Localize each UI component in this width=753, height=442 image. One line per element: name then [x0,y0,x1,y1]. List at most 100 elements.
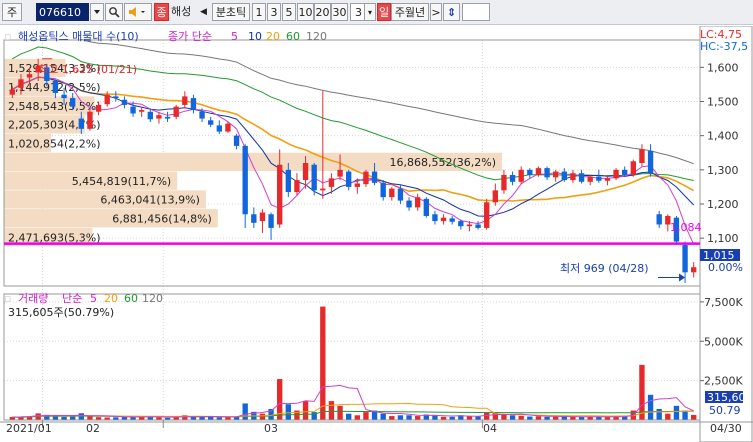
period-label: 20 [315,6,330,19]
stock-code-value: 076610 [39,6,81,19]
volume-moving-averages [12,384,694,418]
toolbar: 주 076610 종 해성 ◀ 분초틱 1 3 5 10 20 30 3 ▾ 일… [0,0,753,25]
volume-ma5-label: 5 [90,292,97,305]
volume-bar [320,306,326,420]
volume-bars [9,306,697,420]
volume-bar [527,416,533,420]
stock-code-input[interactable]: 076610 [36,3,89,21]
x-label: 04 [483,422,497,435]
count-spinner[interactable]: ▾ [364,3,376,21]
speaker-icon [129,7,145,17]
candle-down [527,169,533,175]
volume-bar [475,416,481,420]
code-dropdown-button[interactable] [90,3,104,21]
day-button[interactable]: 일 [377,3,391,21]
ma-prefix-label: 종가 단순 [168,30,212,43]
prev-arrow-icon: ◀ [200,7,207,17]
candle-down [311,164,317,191]
volume-bar [501,414,507,420]
candle-up [691,267,697,273]
candle-up [225,123,231,132]
x-label: 03 [264,422,278,435]
volume-profile-label: 1,020,854(2,2%) [8,137,101,150]
period-tick-button[interactable]: 분초틱 [212,3,250,21]
period-label: 1 [255,6,263,19]
period-label: 10 [298,6,313,19]
volume-bar [380,413,386,420]
week-month-year-button[interactable]: 주월년 [391,3,429,21]
price-tick-label: 1,500 [707,96,739,109]
candle-up [604,178,611,181]
candle-up [277,164,283,225]
candle-up [553,171,559,178]
candle-down [242,145,248,215]
candle-up [363,171,369,185]
ma20-label: 20 [266,30,280,43]
candle-up [139,110,145,112]
volume-bar [415,416,421,420]
volume-bar [285,404,291,420]
candle-down [251,214,257,223]
candle-up [18,79,24,88]
candle-up [466,224,473,227]
candle-down [596,176,602,181]
volume-ma20-line [12,402,694,418]
candle-down [397,188,404,201]
candle-down [458,221,464,227]
volume-bar [682,410,688,420]
candle-up [613,169,619,179]
prev-button[interactable]: ◀ [200,3,212,21]
candle-down [199,111,205,119]
candle-down [61,94,67,99]
hc-label: HC:-37,5 [700,40,748,53]
candle-down [70,98,76,107]
candle-up [95,104,102,112]
volume-bar [259,413,266,420]
ma10-label: 10 [248,30,262,43]
candle-down [208,120,214,125]
search-button[interactable] [105,3,123,21]
period-button-3[interactable]: 3 [267,3,281,21]
volume-profile-label: 2,471,693(5,3%) [8,231,101,244]
updown-button[interactable]: ⇕ [443,3,460,21]
period-button-30[interactable]: 30 [331,3,348,21]
next-button[interactable]: > [430,3,442,21]
price-tick-label: 1,300 [707,164,739,177]
candle-up [9,89,15,95]
sound-button[interactable] [124,3,152,21]
market-label: 주 [6,6,18,19]
volume-bar [647,394,654,420]
day-label: 일 [378,6,390,19]
volume-bar [302,401,309,420]
volume-bar [363,412,369,420]
extra-input[interactable] [462,3,490,21]
period-button-5[interactable]: 5 [282,3,296,21]
price-tick-label: 1,400 [707,130,739,143]
volume-corner-icon: ▫ [4,292,11,305]
candle-up [501,174,507,191]
candle-up [484,202,490,228]
volume-bar [389,416,395,420]
price-header-title: 해성옵틱스 매물대 수(10) [18,29,139,43]
price-tick-label: 1,600 [707,61,739,74]
candle-down [78,118,84,129]
candle-up [156,115,162,119]
volume-ma120-label: 120 [142,292,163,305]
period-button-10[interactable]: 10 [297,3,314,21]
volume-right-labels: 315,60 50.79 [705,391,746,417]
volume-ma-prefix: 단순 [62,292,82,305]
candle-up [302,163,309,181]
period-button-20[interactable]: 20 [314,3,331,21]
period-button-1[interactable]: 1 [252,3,266,21]
volume-profile-label: 2,548,543(5,5%) [8,100,101,113]
market-select[interactable]: 주 [2,3,22,21]
candle-up [492,190,498,203]
candle-up [182,96,188,105]
chart-corner-icon: ▫ [4,30,11,43]
volume-bar [509,415,516,420]
volume-current-label: 315,605주(50.79%) [8,306,114,319]
x-label: 2021/01 [6,422,52,435]
candle-down [380,182,386,198]
volume-header: ▫ 거래량 단순 5 20 60 120 315,605주(50.79%) [4,292,163,319]
candle-up [630,161,636,175]
